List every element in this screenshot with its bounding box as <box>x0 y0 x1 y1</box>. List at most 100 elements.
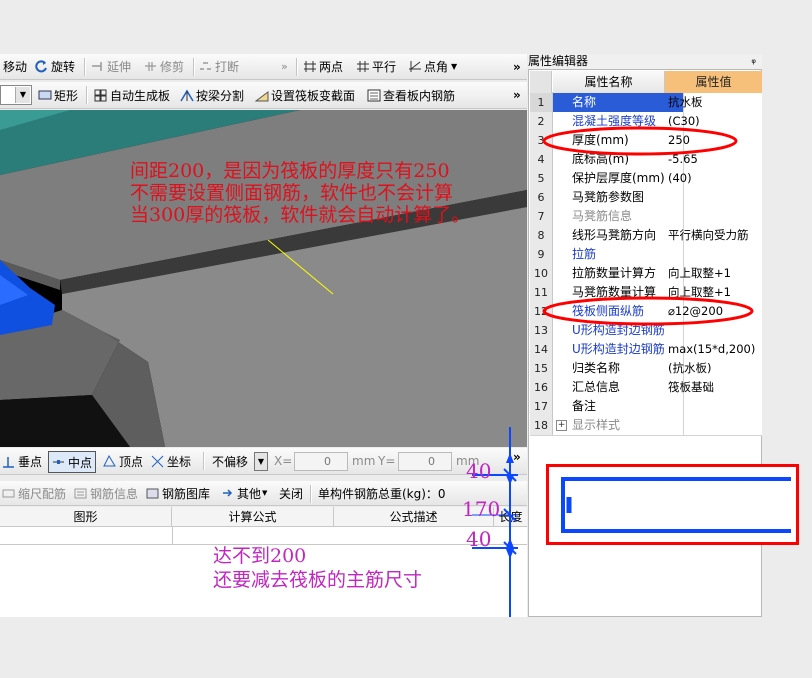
property-row[interactable]: 7 马凳筋信息 <box>530 207 762 227</box>
property-name-text: 显示样式 <box>572 418 621 432</box>
table-row[interactable] <box>0 527 527 545</box>
property-value[interactable]: 向上取整+1 <box>665 264 765 283</box>
point-angle-dropdown[interactable]: 点角 ▼ <box>408 54 457 79</box>
view-slab-rebar-button[interactable]: 查看板内钢筋 <box>367 82 455 108</box>
header-corner <box>530 71 552 93</box>
move-button[interactable]: 移动 <box>3 54 27 79</box>
property-value[interactable]: max(15*d,200) <box>665 340 765 359</box>
rebar-toolbar: 缩尺配筋 钢筋信息 钢筋图库 其他 ▼ 关闭 单构件钢筋总重(kg)：0 <box>0 481 527 506</box>
pin-icon[interactable]: ᵩ <box>751 53 756 66</box>
row-number: 17 <box>530 397 553 416</box>
bottom-margin <box>0 617 812 678</box>
view-rebar-icon <box>367 89 381 102</box>
property-row[interactable]: 8 线形马凳筋方向 平行横向受力筋 <box>530 226 762 246</box>
property-value[interactable] <box>665 207 765 226</box>
property-row[interactable]: 5 保护层厚度(mm) (40) <box>530 169 762 189</box>
layer-select[interactable]: ▼ <box>0 85 32 105</box>
chevron-down-icon: ▼ <box>262 489 268 497</box>
rotate-button[interactable]: 旋转 <box>35 54 75 79</box>
col-divider <box>172 527 173 545</box>
property-row[interactable]: 18 + 显示样式 <box>530 416 762 436</box>
property-row[interactable]: 15 归类名称 (抗水板) <box>530 359 762 379</box>
other-icon <box>221 487 234 500</box>
other-dropdown[interactable]: 其他 ▼ <box>221 481 267 505</box>
thickness-dimension-lines <box>472 427 518 618</box>
property-value[interactable]: 筏板基础 <box>665 378 765 397</box>
spacing-explanation-note: 间距200，是因为筏板的厚度只有250 不需要设置侧面钢筋，软件也不会计算 当3… <box>130 160 471 226</box>
property-row[interactable]: 10 拉筋数量计算方 向上取整+1 <box>530 264 762 284</box>
col-header-shape[interactable]: 图形 <box>0 507 172 527</box>
row-number: 18 <box>530 416 553 435</box>
property-row[interactable]: 1 名称 抗水板 <box>530 93 762 113</box>
auto-generate-slab-button[interactable]: 自动生成板 <box>94 82 170 108</box>
trim-button[interactable]: 修剪 <box>144 54 184 79</box>
property-value[interactable]: (抗水板) <box>665 359 765 378</box>
offset-mode-label: 不偏移 <box>212 454 249 469</box>
scale-icon <box>2 487 15 500</box>
snap-midpoint-button[interactable]: 中点 <box>48 451 97 473</box>
snap-toolbar: 垂点 中点 顶点 坐标 不偏移 ▼ X= 0 mm Y= 0 mm » <box>0 448 527 475</box>
draw-toolbar: ▼ 矩形 自动生成板 按梁分割 设置筏板变截面 查看板内钢筋 » <box>0 82 527 109</box>
set-variable-section-button[interactable]: 设置筏板变截面 <box>254 82 355 108</box>
toolbar2-overflow[interactable]: » <box>513 82 521 108</box>
property-value[interactable] <box>665 416 765 435</box>
snap-coordinate-button[interactable]: 坐标 <box>151 448 191 474</box>
property-row[interactable]: 17 备注 <box>530 397 762 417</box>
row-number: 9 <box>530 245 553 264</box>
property-value[interactable] <box>665 188 765 207</box>
trim-icon <box>144 60 157 73</box>
property-row[interactable]: 9 拉筋 <box>530 245 762 265</box>
two-points-button[interactable]: 两点 <box>303 54 343 79</box>
property-value[interactable] <box>665 397 765 416</box>
row-number: 5 <box>530 169 553 188</box>
x-unit-label: mm <box>352 454 376 468</box>
col-header-formula[interactable]: 计算公式 <box>172 507 334 527</box>
rebar-library-button[interactable]: 钢筋图库 <box>146 481 210 505</box>
close-button[interactable]: 关闭 <box>279 481 303 505</box>
offset-mode-select[interactable]: ▼ <box>254 452 268 471</box>
rotate-icon <box>35 60 48 73</box>
y-coordinate-input[interactable]: 0 <box>398 452 452 471</box>
rebar-info-button[interactable]: 钢筋信息 <box>74 481 138 505</box>
snap-vertex-button[interactable]: 顶点 <box>103 448 143 474</box>
perpendicular-icon <box>2 455 15 468</box>
row-number: 14 <box>530 340 553 359</box>
toolbar1-overflow[interactable]: » <box>513 54 521 79</box>
coordinate-icon <box>151 455 164 468</box>
property-grid-header: 属性名称 属性值 <box>530 71 762 93</box>
property-editor-title: 属性编辑器 <box>528 54 589 68</box>
library-icon <box>146 487 159 500</box>
toolbar1-overflow-left[interactable]: » <box>281 54 288 79</box>
extend-button[interactable]: 延伸 <box>91 54 131 79</box>
header-property-name[interactable]: 属性名称 <box>553 71 665 93</box>
property-row[interactable]: 14 U形构造封边钢筋 max(15*d,200) <box>530 340 762 360</box>
row-number: 6 <box>530 188 553 207</box>
property-row[interactable]: 6 马凳筋参数图 <box>530 188 762 208</box>
rect-button[interactable]: 矩形 <box>38 82 78 108</box>
chevron-down-icon: ▼ <box>15 87 30 103</box>
parallel-icon <box>356 60 369 73</box>
snap-perpendicular-button[interactable]: 垂点 <box>2 448 42 474</box>
info-icon <box>74 487 87 500</box>
side-rebar-highlight-ellipse <box>542 296 754 326</box>
row-number: 1 <box>530 93 553 112</box>
grid-icon <box>94 89 107 102</box>
row-number: 8 <box>530 226 553 245</box>
property-value[interactable]: 平行横向受力筋 <box>665 226 765 245</box>
dimension-top-cover: 40 <box>466 459 492 483</box>
y-coordinate-label: Y= <box>378 454 396 468</box>
split-by-beam-button[interactable]: 按梁分割 <box>180 82 244 108</box>
scale-rebar-button[interactable]: 缩尺配筋 <box>2 481 66 505</box>
header-property-value[interactable]: 属性值 <box>665 71 762 93</box>
property-value[interactable] <box>665 245 765 264</box>
property-value[interactable]: 抗水板 <box>665 93 765 112</box>
x-coordinate-input[interactable]: 0 <box>294 452 348 471</box>
break-button[interactable]: 打断 <box>199 54 239 79</box>
row-number: 7 <box>530 207 553 226</box>
property-row[interactable]: 16 汇总信息 筏板基础 <box>530 378 762 398</box>
property-value[interactable]: (40) <box>665 169 765 188</box>
break-icon <box>199 60 212 73</box>
u-rebar-sketch-box <box>546 464 799 545</box>
parallel-button[interactable]: 平行 <box>356 54 396 79</box>
expand-icon[interactable]: + <box>556 420 567 431</box>
